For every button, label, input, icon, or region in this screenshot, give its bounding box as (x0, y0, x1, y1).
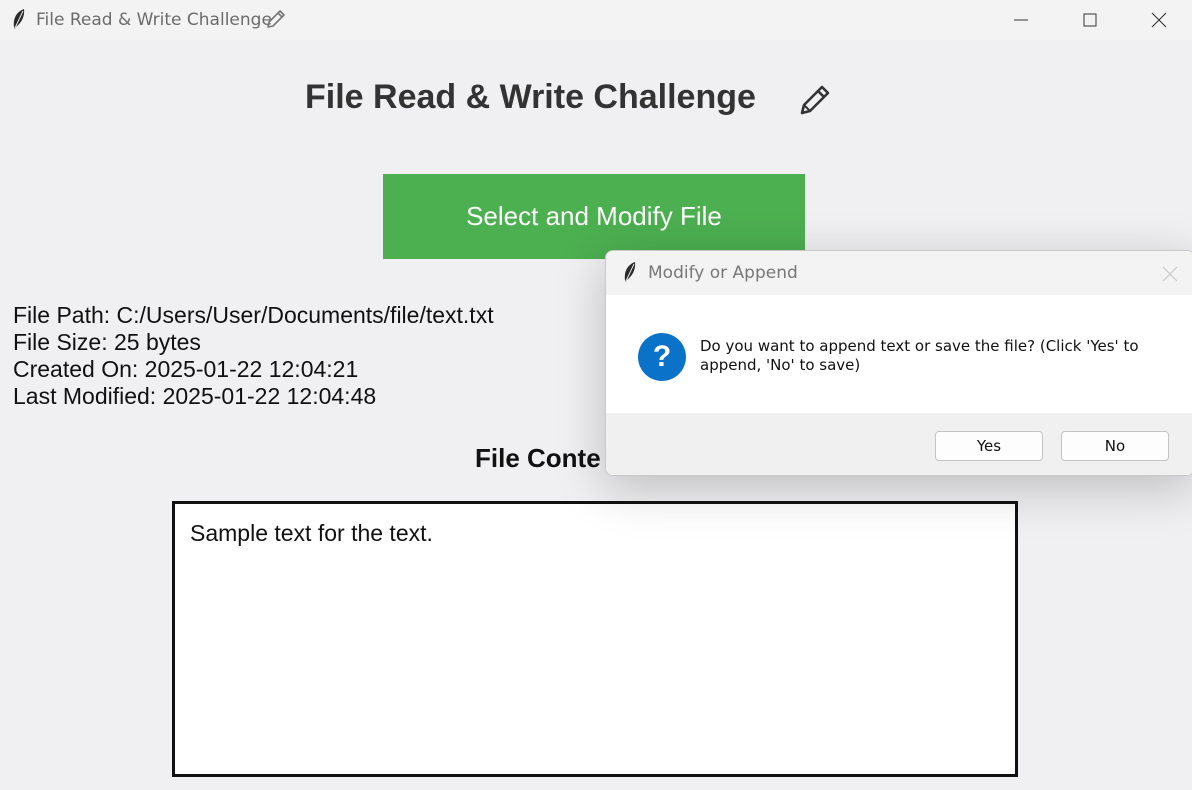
dialog-footer: Yes No (606, 413, 1192, 475)
file-content-text: Sample text for the text. (190, 520, 433, 546)
created-on-label: Created On: 2025-01-22 12:04:21 (13, 356, 359, 382)
window-titlebar: File Read & Write Challenge (0, 0, 1192, 40)
close-button[interactable] (1124, 0, 1192, 40)
maximize-icon (1083, 13, 1097, 27)
dialog-body: ? Do you want to append text or save the… (606, 295, 1192, 413)
minimize-button[interactable] (986, 0, 1056, 40)
minimize-icon (1014, 19, 1028, 21)
pencil-icon (800, 85, 830, 115)
select-modify-file-button[interactable]: Select and Modify File (383, 174, 805, 259)
yes-button[interactable]: Yes (935, 431, 1043, 461)
close-icon[interactable] (1159, 263, 1181, 285)
file-content-heading: File Conte (475, 443, 601, 473)
file-size-label: File Size: 25 bytes (13, 329, 201, 355)
pencil-icon (267, 10, 285, 28)
file-content-textarea[interactable]: Sample text for the text. (172, 501, 1018, 777)
dialog-message: Do you want to append text or save the f… (700, 337, 1139, 374)
feather-icon (13, 9, 25, 29)
question-icon: ? (638, 333, 686, 381)
file-path-label: File Path: C:/Users/User/Documents/file/… (13, 302, 494, 328)
no-button[interactable]: No (1061, 431, 1169, 461)
page-title: File Read & Write Challenge (305, 78, 756, 116)
dialog-title: Modify or Append (648, 263, 798, 283)
maximize-button[interactable] (1055, 0, 1125, 40)
feather-icon (624, 262, 636, 282)
window-title: File Read & Write Challenge (36, 10, 272, 30)
dialog-titlebar: Modify or Append (606, 251, 1192, 295)
modify-append-dialog: Modify or Append ? Do you want to append… (605, 250, 1192, 476)
last-modified-label: Last Modified: 2025-01-22 12:04:48 (13, 383, 377, 409)
close-icon (1151, 12, 1167, 28)
